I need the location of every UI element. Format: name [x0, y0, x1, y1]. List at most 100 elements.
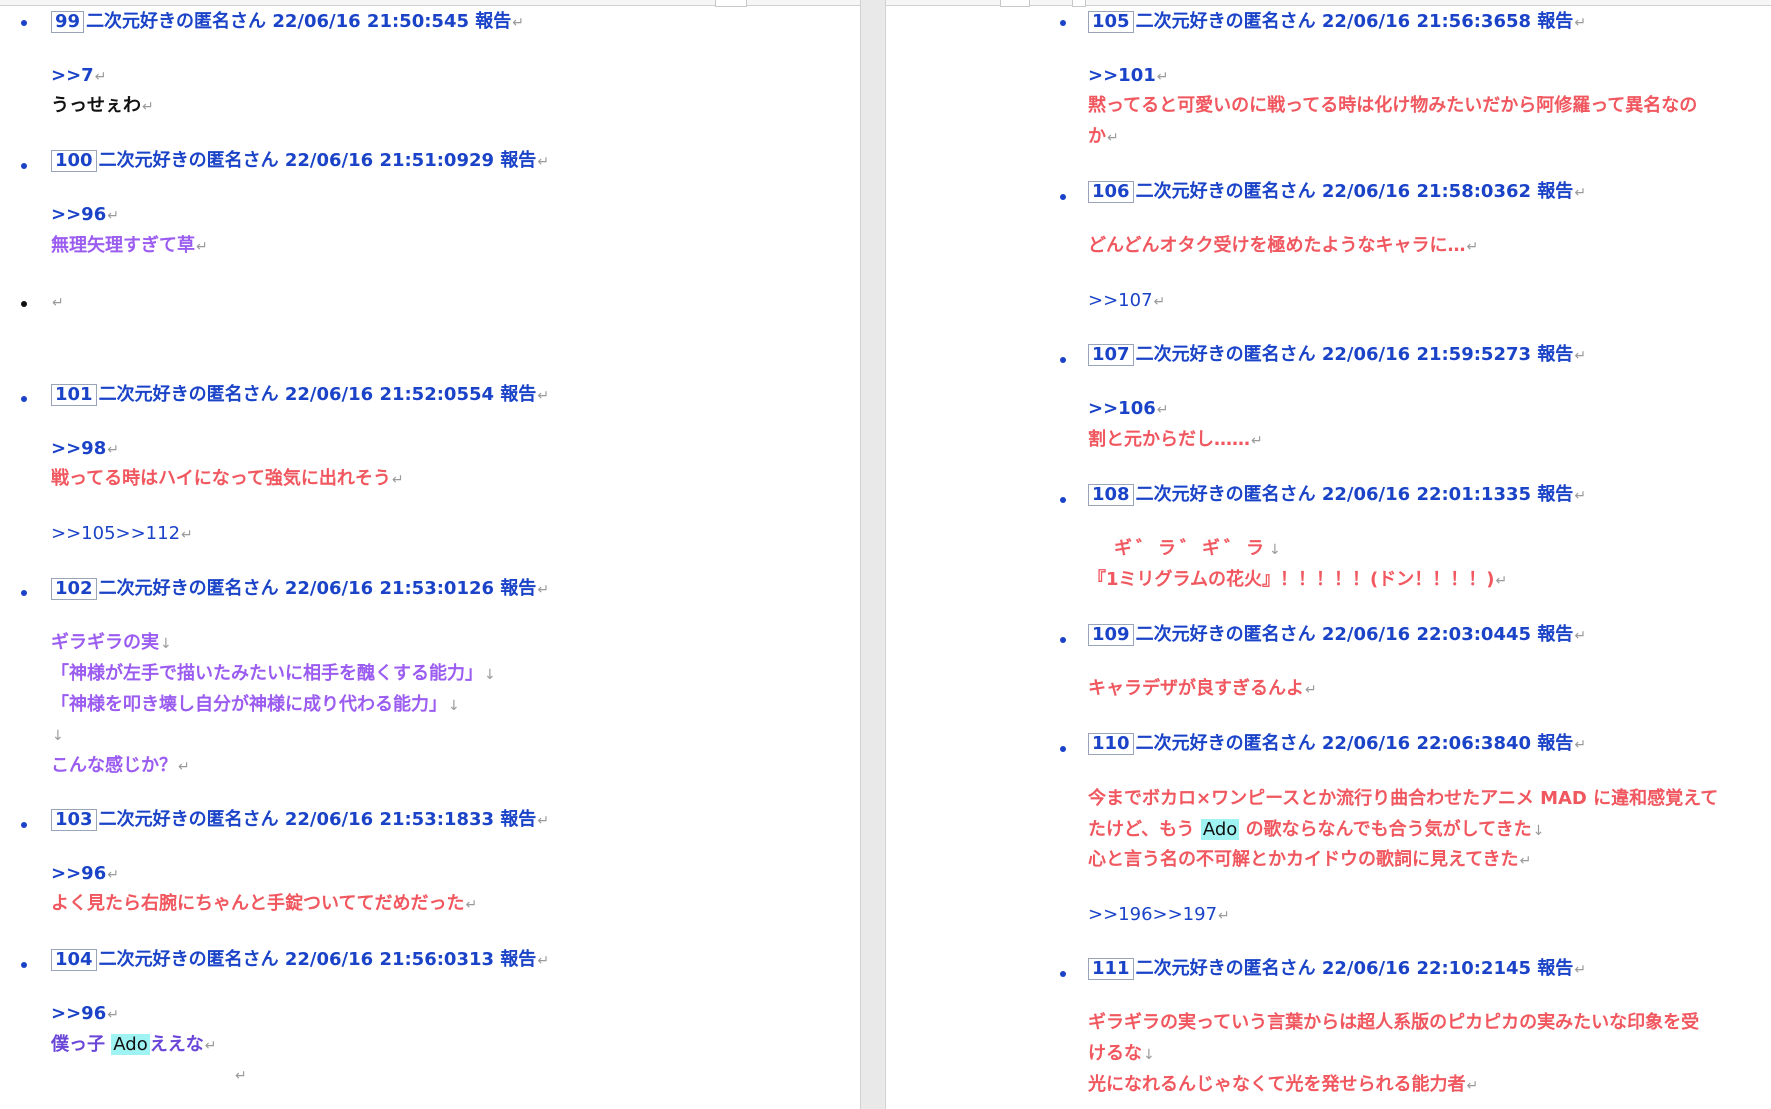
report-link[interactable]: 報告 [1537, 733, 1573, 754]
post-time: 21:59:5273 [1416, 344, 1532, 365]
report-link[interactable]: 報告 [500, 384, 536, 405]
poster-name: 二次元好きの匿名さん [1135, 733, 1316, 754]
empty-paragraph: ↵ [235, 1068, 247, 1084]
list-bullet [1060, 357, 1066, 363]
post-body: 黙ってると可愛いのに戦ってる時は化け物みたいだから阿修羅って異名なの [1088, 95, 1698, 116]
document-page-right[interactable]: 105 二次元好きの匿名さん 22/06/16 21:56:3658 報告↵ >>… [884, 0, 1771, 1109]
reply-anchor[interactable]: >>98↵ [51, 438, 119, 461]
report-link[interactable]: 報告 [500, 150, 536, 171]
post-body: どんどんオタク受けを極めたようなキャラに…↵ [1088, 235, 1479, 256]
post-body: か↵ [1088, 126, 1119, 147]
highlighted-term: Ado [111, 1034, 150, 1055]
poster-name: 二次元好きの匿名さん [1135, 181, 1316, 202]
paragraph-mark: ↵ [537, 388, 550, 404]
paragraph-mark: ↵ [1574, 185, 1587, 201]
empty-list-bullet [21, 301, 27, 307]
post-number[interactable]: 108 [1088, 484, 1134, 506]
post-number[interactable]: 100 [51, 150, 97, 172]
post-number[interactable]: 110 [1088, 733, 1134, 755]
post-number[interactable]: 101 [51, 384, 97, 406]
list-bullet [21, 20, 27, 26]
post-time: 21:56:0313 [379, 949, 495, 970]
post-header: 111 二次元好きの匿名さん 22/06/16 22:10:2145 報告↵ [1088, 958, 1586, 981]
post-time: 22:06:3840 [1416, 733, 1532, 754]
post-header: 109 二次元好きの匿名さん 22/06/16 22:03:0445 報告↵ [1088, 624, 1586, 647]
post-header: 99 二次元好きの匿名さん 22/06/16 21:50:545 報告↵ [51, 11, 524, 34]
post-number[interactable]: 105 [1088, 11, 1134, 33]
post-date: 22/06/16 [1321, 11, 1411, 32]
post-time: 21:52:0554 [379, 384, 495, 405]
report-link[interactable]: 報告 [475, 11, 511, 32]
post-header: 102 二次元好きの匿名さん 22/06/16 21:53:0126 報告↵ [51, 578, 549, 601]
reply-anchor[interactable]: >>101↵ [1088, 65, 1168, 88]
post-header: 105 二次元好きの匿名さん 22/06/16 21:56:3658 報告↵ [1088, 11, 1586, 34]
post-time: 21:56:3658 [1416, 11, 1532, 32]
post-number[interactable]: 103 [51, 809, 97, 831]
post-date: 22/06/16 [284, 949, 374, 970]
list-bullet [21, 822, 27, 828]
post-body: こんな感じか？↵ [51, 755, 190, 776]
post-body: よく見たら右腕にちゃんと手錠ついててだめだった↵ [51, 893, 478, 914]
reply-anchor[interactable]: >>96↵ [51, 204, 119, 227]
post-date: 22/06/16 [1321, 958, 1411, 979]
report-link[interactable]: 報告 [1537, 624, 1573, 645]
post-body: キャラデザが良すぎるんよ↵ [1088, 678, 1317, 699]
post-header: 100 二次元好きの匿名さん 22/06/16 21:51:0929 報告↵ [51, 150, 549, 173]
post-body: ギラギラの実↓ [51, 632, 172, 653]
paragraph-mark: ↵ [1574, 628, 1587, 644]
document-page-left[interactable]: 99 二次元好きの匿名さん 22/06/16 21:50:545 報告↵ >>7↵… [0, 0, 860, 1109]
reply-anchor[interactable]: >>107↵ [1088, 290, 1165, 313]
paragraph-mark: ↵ [1574, 488, 1587, 504]
post-number[interactable]: 106 [1088, 181, 1134, 203]
poster-name: 二次元好きの匿名さん [1135, 344, 1316, 365]
report-link[interactable]: 報告 [500, 809, 536, 830]
paragraph-mark: ↵ [1574, 15, 1587, 31]
report-link[interactable]: 報告 [1537, 344, 1573, 365]
post-body: うっせぇわ↵ [51, 95, 154, 116]
post-header: 107 二次元好きの匿名さん 22/06/16 21:59:5273 報告↵ [1088, 344, 1586, 367]
paragraph-mark: ↵ [537, 154, 550, 170]
post-number[interactable]: 104 [51, 949, 97, 971]
post-date: 22/06/16 [1321, 484, 1411, 505]
list-bullet [21, 163, 27, 169]
highlighted-term: Ado [1200, 819, 1240, 840]
post-header: 104 二次元好きの匿名さん 22/06/16 21:56:0313 報告↵ [51, 949, 549, 972]
page-gutter [860, 0, 886, 1109]
report-link[interactable]: 報告 [1537, 181, 1573, 202]
post-number[interactable]: 102 [51, 578, 97, 600]
reply-anchor[interactable]: >>96↵ [51, 1003, 119, 1026]
post-number[interactable]: 109 [1088, 624, 1134, 646]
post-body: ↓ [52, 728, 64, 744]
reply-anchor[interactable]: >>105>>112↵ [51, 523, 193, 546]
paragraph-mark: ↵ [537, 813, 550, 829]
poster-name: 二次元好きの匿名さん [98, 949, 279, 970]
list-bullet [1060, 497, 1066, 503]
post-time: 22:03:0445 [1416, 624, 1532, 645]
reply-anchor[interactable]: >>106↵ [1088, 398, 1168, 421]
paragraph-mark: ↵ [537, 953, 550, 969]
report-link[interactable]: 報告 [1537, 958, 1573, 979]
reply-anchor[interactable]: >>196>>197↵ [1088, 904, 1230, 927]
poster-name: 二次元好きの匿名さん [1135, 624, 1316, 645]
post-body: 無理矢理すぎて草↵ [51, 235, 208, 256]
post-time: 21:51:0929 [379, 150, 495, 171]
post-number[interactable]: 107 [1088, 344, 1134, 366]
report-link[interactable]: 報告 [500, 578, 536, 599]
reply-anchor[interactable]: >>96↵ [51, 863, 119, 886]
report-link[interactable]: 報告 [1537, 11, 1573, 32]
list-bullet [1060, 20, 1066, 26]
paragraph-mark: ↵ [1574, 962, 1587, 978]
report-link[interactable]: 報告 [1537, 484, 1573, 505]
report-link[interactable]: 報告 [500, 949, 536, 970]
list-bullet [1060, 637, 1066, 643]
list-bullet [1060, 746, 1066, 752]
post-number[interactable]: 99 [51, 11, 85, 33]
poster-name: 二次元好きの匿名さん [1135, 958, 1316, 979]
reply-anchor[interactable]: >>7↵ [51, 65, 106, 88]
paragraph-mark: ↵ [1574, 737, 1587, 753]
post-date: 22/06/16 [272, 11, 361, 32]
empty-paragraph: ↵ [52, 295, 64, 311]
poster-name: 二次元好きの匿名さん [98, 578, 279, 599]
post-number[interactable]: 111 [1088, 958, 1134, 980]
post-date: 22/06/16 [1321, 733, 1411, 754]
